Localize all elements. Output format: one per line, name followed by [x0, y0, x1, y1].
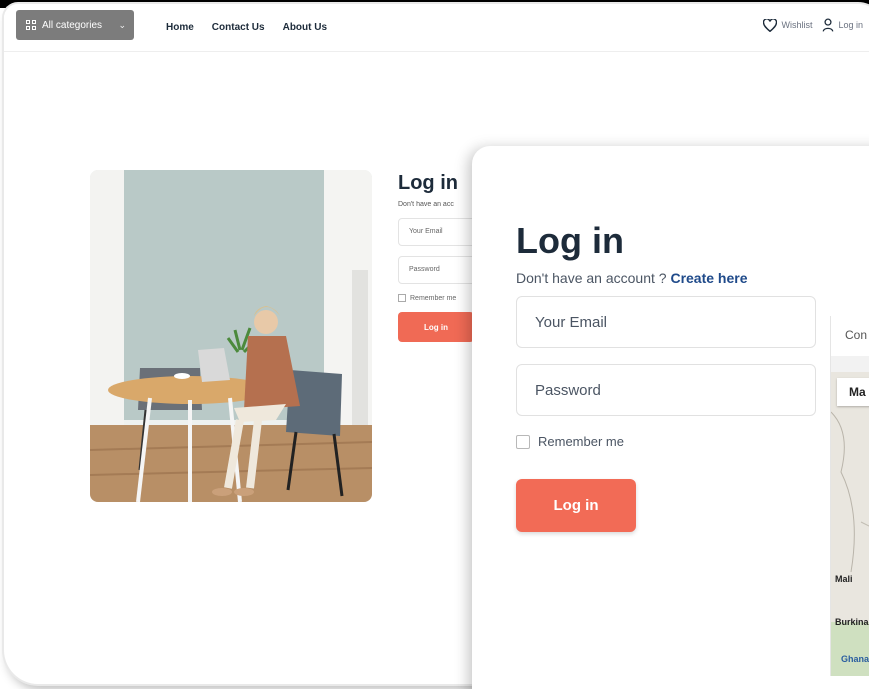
remember-me-checkbox[interactable] — [516, 434, 530, 449]
login-subtitle-text: Don't have an account ? — [516, 270, 671, 286]
heart-icon — [763, 18, 778, 32]
wishlist-link[interactable]: Wishlist — [763, 18, 813, 32]
zoomed-login-card: Log in Don't have an account ? Create he… — [472, 146, 869, 689]
all-categories-button[interactable]: All categories ⌄ — [16, 10, 134, 40]
nav-actions: Wishlist Log in — [763, 18, 863, 32]
map-label-burkina-faso: Burkina Faso — [835, 617, 869, 627]
hero-image — [90, 170, 372, 502]
map-panel-header: Con — [831, 316, 869, 356]
background-login-button[interactable]: Log in — [398, 312, 474, 342]
background-remember-checkbox[interactable] — [398, 294, 406, 302]
map[interactable]: Mali Burkina Faso Ghana — [831, 372, 869, 676]
wishlist-label: Wishlist — [781, 20, 813, 30]
login-button[interactable]: Log in — [516, 479, 636, 532]
nav-links: Home Contact Us About Us — [166, 22, 327, 33]
grid-icon — [26, 20, 36, 30]
nav-home-link[interactable]: Home — [166, 22, 194, 33]
chevron-down-icon: ⌄ — [118, 19, 126, 30]
login-subtitle: Don't have an account ? Create here — [516, 270, 748, 286]
user-icon — [823, 18, 834, 32]
remember-me-row[interactable]: Remember me — [516, 434, 624, 449]
map-type-tab[interactable]: Ma — [837, 378, 869, 406]
map-panel: Con Mali Burkina Faso Ghana Ma — [830, 316, 869, 676]
nav-contact-link[interactable]: Contact Us — [212, 22, 265, 33]
password-field[interactable]: Password — [516, 364, 816, 416]
map-label-mali: Mali — [835, 574, 853, 584]
all-categories-label: All categories — [42, 19, 103, 31]
map-label-ghana: Ghana — [841, 654, 869, 664]
navbar: All categories ⌄ Home Contact Us About U… — [4, 4, 869, 52]
background-remember-label: Remember me — [410, 294, 457, 302]
login-link[interactable]: Log in — [822, 18, 863, 32]
login-label: Log in — [838, 20, 863, 30]
login-title: Log in — [516, 220, 624, 261]
nav-about-link[interactable]: About Us — [283, 22, 327, 33]
create-account-link[interactable]: Create here — [670, 270, 747, 286]
remember-me-label: Remember me — [538, 434, 624, 449]
background-login-subtitle: Don't have an acc — [398, 201, 454, 208]
email-field[interactable]: Your Email — [516, 296, 816, 348]
